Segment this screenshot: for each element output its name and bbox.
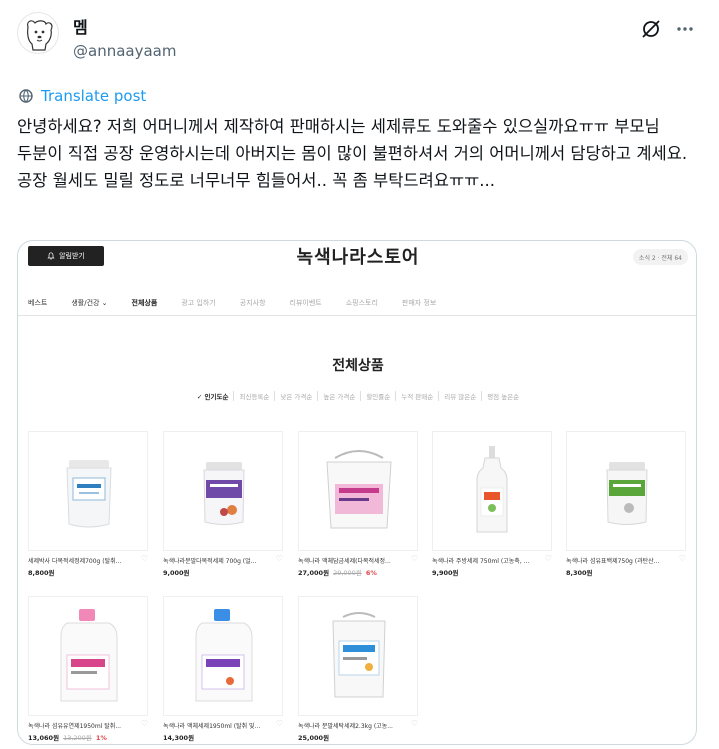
heart-icon[interactable]: ♡ xyxy=(545,554,552,563)
product-price: 8,300원 xyxy=(566,567,593,577)
store-title: 녹색나라스토어 xyxy=(296,247,420,268)
product-name[interactable]: 녹색나라 분말세탁세제2.3kg (고농... xyxy=(298,721,408,730)
shop-nav: 베스트 생활/건강 ⌄ 전체상품 광고 입하기 공지사항 리뷰이벤트 쇼핑스토리… xyxy=(18,290,696,316)
nav-item-ads[interactable]: 광고 입하기 xyxy=(181,298,215,308)
discount-rate: 1% xyxy=(95,734,107,742)
product-image[interactable] xyxy=(298,431,418,551)
nav-item-notices[interactable]: 공지사항 xyxy=(240,298,266,308)
product-image[interactable] xyxy=(432,431,552,551)
author-handle[interactable]: @annaayaam xyxy=(73,42,176,60)
heart-icon[interactable]: ♡ xyxy=(411,554,418,563)
nav-item-shopping-story[interactable]: 쇼핑스토리 xyxy=(346,298,378,308)
sort-popular[interactable]: ✓ 인기도순 xyxy=(192,391,235,401)
price-current: 9,900원 xyxy=(432,569,459,577)
product-image[interactable] xyxy=(28,596,148,716)
product-price: 9,000원 xyxy=(163,567,190,577)
product-name[interactable]: 녹색나라 주방세제 750ml (고농축, ... xyxy=(432,556,542,565)
nav-item-all-products[interactable]: 전체상품 xyxy=(132,298,158,308)
translate-post-link[interactable]: Translate post xyxy=(17,86,146,106)
sort-price-high[interactable]: 높은 가격순 xyxy=(318,391,362,401)
sort-price-low[interactable]: 낮은 가격순 xyxy=(275,391,319,401)
sort-newest[interactable]: 최신등록순 xyxy=(234,391,276,401)
tweet-text: 안녕하세요? 저희 어머니께서 제작하여 판매하시는 세제류도 도와줄수 있으실… xyxy=(17,117,688,190)
price-current: 27,000원 xyxy=(298,569,330,577)
nav-item-best[interactable]: 베스트 xyxy=(28,298,47,308)
product-price: 27,000원 29,000원 6% xyxy=(298,567,377,577)
section-title: 전체상품 xyxy=(332,358,384,374)
product-card[interactable]: 녹색나라 섬유표백제750g (과탄산... ♡ 8,300원 xyxy=(566,431,686,581)
sort-sales[interactable]: 누적 판매순 xyxy=(396,391,440,401)
product-name[interactable]: 녹색나라 섬유유연제1950ml 탈취... xyxy=(28,721,138,730)
sort-bar: ✓ 인기도순 최신등록순 낮은 가격순 높은 가격순 할인률순 누적 판매순 리… xyxy=(18,391,696,401)
product-image[interactable] xyxy=(163,596,283,716)
author-name[interactable]: 멤 xyxy=(73,14,88,38)
tweet-image[interactable]: 알림받기 녹색나라스토어 소식 2 · 전체 64 베스트 생활/건강 ⌄ 전체… xyxy=(17,240,697,745)
price-current: 8,300원 xyxy=(566,569,593,577)
product-image[interactable] xyxy=(298,596,418,716)
product-price: 8,800원 xyxy=(28,567,55,577)
heart-icon[interactable]: ♡ xyxy=(276,719,283,728)
nav-item-living-health[interactable]: 생활/건강 ⌄ xyxy=(71,298,107,308)
product-card[interactable]: 녹색나라 액체담금세제(다목적세정... ♡ 27,000원 29,000원 6% xyxy=(298,431,418,581)
heart-icon[interactable]: ♡ xyxy=(141,719,148,728)
nav-item-seller-info[interactable]: 판매자 정보 xyxy=(402,298,436,308)
dog-avatar-icon xyxy=(27,20,53,51)
sort-reviews[interactable]: 리뷰 많은순 xyxy=(439,391,483,401)
more-horizontal-icon[interactable] xyxy=(674,18,696,40)
product-price: 9,900원 xyxy=(432,567,459,577)
nav-item-review-event[interactable]: 리뷰이벤트 xyxy=(290,298,322,308)
product-price: 13,060원 13,200원 1% xyxy=(28,732,107,742)
sort-rating[interactable]: 평점 높은순 xyxy=(482,391,524,401)
product-name[interactable]: 녹색나라 섬유표백제750g (과탄산... xyxy=(566,556,676,565)
product-name[interactable]: 녹색나라 액체세제1950ml (탈취 및... xyxy=(163,721,273,730)
product-price: 14,300원 xyxy=(163,732,194,742)
price-original: 13,200원 xyxy=(63,734,92,742)
product-name[interactable]: 세제박사 다목적세정제700g (탈취... xyxy=(28,556,138,565)
product-name[interactable]: 녹색나라분말다목적세제 700g (얼... xyxy=(163,556,273,565)
translate-globe-icon xyxy=(19,89,33,103)
product-card[interactable]: 녹색나라분말다목적세제 700g (얼... ♡ 9,000원 xyxy=(163,431,283,581)
avatar[interactable] xyxy=(17,12,59,54)
sort-discount[interactable]: 할인률순 xyxy=(361,391,397,401)
product-card[interactable]: 녹색나라 분말세탁세제2.3kg (고농... ♡ 25,000원 xyxy=(298,596,418,744)
price-original: 29,000원 xyxy=(333,569,362,577)
heart-icon[interactable]: ♡ xyxy=(411,719,418,728)
product-image[interactable] xyxy=(28,431,148,551)
price-current: 8,800원 xyxy=(28,569,55,577)
product-price: 25,000원 xyxy=(298,732,329,742)
price-current: 25,000원 xyxy=(298,734,330,742)
product-card[interactable]: 세제박사 다목적세정제700g (탈취... ♡ 8,800원 xyxy=(28,431,148,581)
product-name[interactable]: 녹색나라 액체담금세제(다목적세정... xyxy=(298,556,408,565)
product-image[interactable] xyxy=(163,431,283,551)
price-current: 9,000원 xyxy=(163,569,190,577)
heart-icon[interactable]: ♡ xyxy=(276,554,283,563)
discount-rate: 6% xyxy=(365,569,377,577)
grok-icon[interactable] xyxy=(640,18,662,40)
shop-header: 알림받기 녹색나라스토어 소식 2 · 전체 64 xyxy=(18,241,696,279)
product-card[interactable]: 녹색나라 섬유유연제1950ml 탈취... ♡ 13,060원 13,200원 1… xyxy=(28,596,148,744)
heart-icon[interactable]: ♡ xyxy=(679,554,686,563)
product-image[interactable] xyxy=(566,431,686,551)
store-stats: 소식 2 · 전체 64 xyxy=(632,249,688,265)
price-current: 14,300원 xyxy=(163,734,195,742)
heart-icon[interactable]: ♡ xyxy=(141,554,148,563)
price-current: 13,060원 xyxy=(28,734,60,742)
product-card[interactable]: 녹색나라 액체세제1950ml (탈취 및... ♡ 14,300원 xyxy=(163,596,283,744)
translate-label: Translate post xyxy=(41,87,147,105)
product-card[interactable]: 녹색나라 주방세제 750ml (고농축, ... ♡ 9,900원 xyxy=(432,431,552,581)
